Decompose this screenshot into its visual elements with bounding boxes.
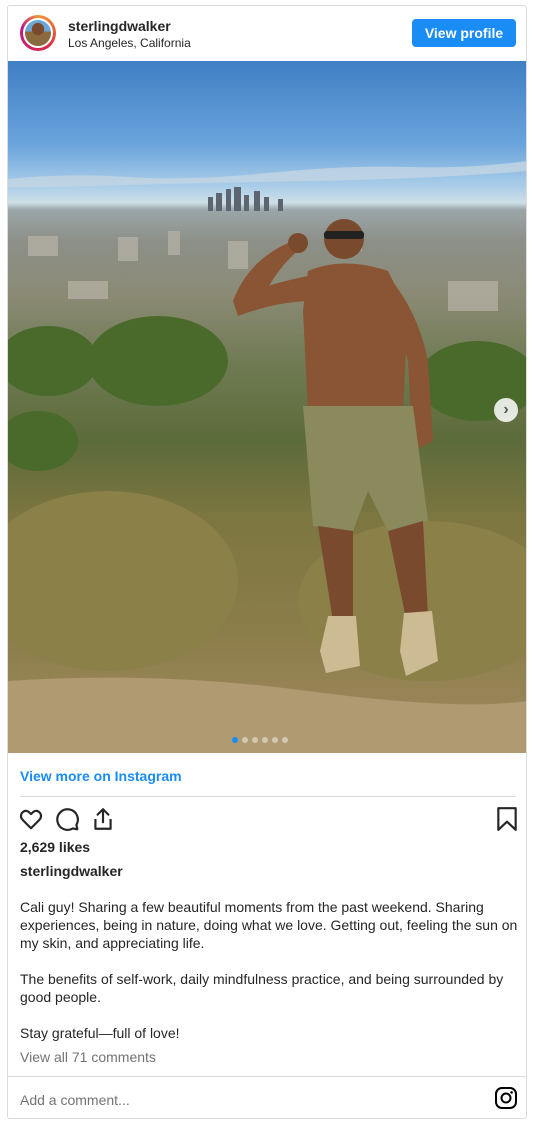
view-comments-link[interactable]: View all 71 comments — [20, 1049, 156, 1065]
carousel-dot — [282, 737, 288, 743]
avatar[interactable] — [20, 15, 56, 51]
caption-paragraph: Cali guy! Sharing a few beautiful moment… — [20, 899, 518, 951]
carousel-dot — [272, 737, 278, 743]
photo-scene — [8, 161, 526, 753]
action-bar — [18, 806, 518, 834]
post-header: sterlingdwalker Los Angeles, California … — [8, 6, 526, 61]
view-more-link[interactable]: View more on Instagram — [20, 768, 182, 784]
caption-paragraph: The benefits of self-work, daily mindful… — [20, 971, 504, 1005]
caption-username[interactable]: sterlingdwalker — [20, 863, 123, 879]
next-slide-button[interactable]: › — [494, 398, 518, 422]
view-profile-button[interactable]: View profile — [412, 19, 516, 47]
comment-icon[interactable] — [54, 806, 80, 832]
share-icon[interactable] — [90, 806, 116, 832]
post-photo[interactable]: › — [8, 61, 526, 753]
divider — [20, 796, 516, 797]
location[interactable]: Los Angeles, California — [68, 36, 191, 50]
person-figure — [233, 219, 438, 676]
instagram-embed-card: sterlingdwalker Los Angeles, California … — [7, 5, 527, 1119]
carousel-indicator — [232, 737, 288, 743]
instagram-logo-icon[interactable] — [494, 1086, 518, 1110]
add-comment-input[interactable]: Add a comment... — [20, 1092, 130, 1108]
avatar-image — [23, 18, 53, 48]
bookmark-icon[interactable] — [494, 806, 520, 832]
divider — [8, 1076, 526, 1077]
carousel-dot — [232, 737, 238, 743]
carousel-dot — [242, 737, 248, 743]
heart-icon[interactable] — [18, 806, 44, 832]
carousel-dot — [252, 737, 258, 743]
caption: Cali guy! Sharing a few beautiful moment… — [20, 898, 520, 1060]
likes-count[interactable]: 2,629 likes — [20, 839, 90, 855]
carousel-dot — [262, 737, 268, 743]
username[interactable]: sterlingdwalker — [68, 18, 171, 34]
caption-paragraph: Stay grateful—full of love! — [20, 1025, 180, 1041]
